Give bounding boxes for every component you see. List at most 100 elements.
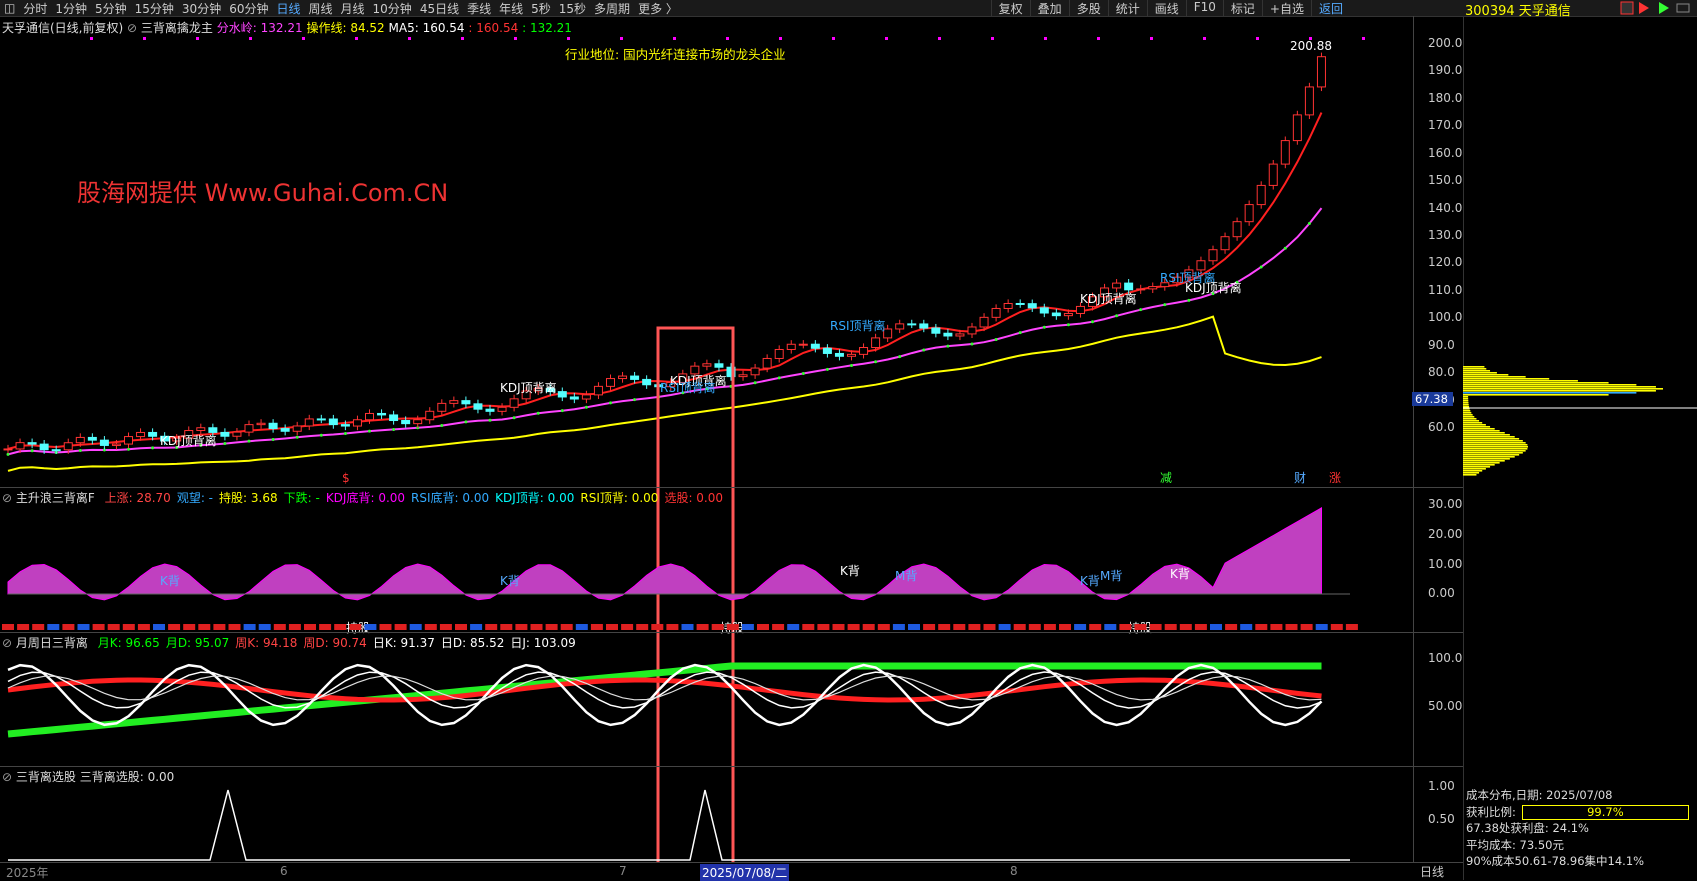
- panel4-name[interactable]: 三背离选股: [16, 770, 76, 784]
- status-block: [726, 624, 739, 630]
- fenshui-dot: [825, 367, 829, 371]
- candle-body: [593, 385, 603, 396]
- candle-body: [907, 323, 917, 326]
- play-red-icon[interactable]: [1639, 2, 1649, 14]
- candle-body: [75, 436, 85, 444]
- cost-bar: [1463, 422, 1483, 424]
- top-dot-marker: [1097, 37, 1100, 40]
- y-tick-label: 100.0: [1428, 651, 1463, 665]
- candle-body: [834, 352, 844, 357]
- top-dot-marker: [1044, 37, 1047, 40]
- candle-body: [919, 323, 929, 329]
- top-dot-marker: [1150, 37, 1153, 40]
- fenshui-dot: [127, 447, 130, 451]
- settings-icon[interactable]: ⊘: [2, 770, 16, 784]
- fenshui-dot: [609, 401, 612, 405]
- candle-body: [1112, 282, 1122, 289]
- status-block: [1210, 624, 1222, 630]
- candle-body: [280, 428, 290, 432]
- panel2-name[interactable]: 主升浪三背离F: [16, 491, 95, 505]
- cost-bar: [1463, 434, 1510, 436]
- candle-body: [1051, 312, 1061, 317]
- cost-bar: [1463, 400, 1469, 402]
- panel3-name[interactable]: 月周日三背离: [16, 636, 88, 650]
- status-block: [439, 624, 452, 630]
- fenshui-dot: [271, 437, 275, 441]
- panel-divider: [0, 766, 1463, 767]
- status-block: [757, 624, 769, 630]
- fenshui-dot: [584, 405, 588, 409]
- top-dot-marker: [885, 37, 888, 40]
- fenshui-dot: [874, 360, 878, 364]
- candle-body: [702, 363, 712, 367]
- top-dot-marker: [408, 37, 411, 40]
- candle-body: [991, 307, 1001, 318]
- panel2-label: K背: [160, 574, 180, 588]
- fenshui-dot: [1115, 314, 1119, 318]
- candle-body: [256, 422, 266, 426]
- candle-body: [208, 427, 218, 433]
- fenshui-dot: [30, 449, 34, 453]
- fenshui-dot: [560, 409, 564, 413]
- fenshui-dot: [970, 342, 974, 346]
- panel2-label: K背: [500, 574, 520, 588]
- status-block: [968, 624, 981, 630]
- top-dot-marker: [461, 37, 464, 40]
- candle-body: [509, 398, 519, 408]
- status-block: [560, 624, 573, 630]
- status-block: [319, 624, 332, 630]
- indicator-value: RSI底背: 0.00: [411, 491, 490, 505]
- candle-body: [750, 367, 760, 376]
- settings-icon[interactable]: ⊘: [2, 636, 16, 650]
- cost-bar: [1463, 474, 1477, 476]
- status-block: [741, 624, 754, 630]
- candle-body: [642, 378, 652, 386]
- status-block: [2, 624, 14, 630]
- report-icon[interactable]: [1620, 1, 1634, 15]
- cost-bar: [1463, 432, 1505, 434]
- status-block: [32, 624, 45, 630]
- status-block: [62, 624, 75, 630]
- top-dot-marker: [991, 37, 994, 40]
- settings-icon[interactable]: ⊘: [2, 491, 16, 505]
- top-dot-marker: [90, 37, 93, 40]
- cost-bar: [1463, 456, 1515, 458]
- status-block: [636, 624, 649, 630]
- period-label[interactable]: 日线: [1420, 863, 1444, 880]
- status-block: [153, 624, 165, 630]
- fenshui-dot: [946, 344, 950, 348]
- chart-marker: $: [342, 471, 350, 485]
- status-block: [409, 624, 422, 630]
- status-block: [1179, 624, 1192, 630]
- fenshui-dot: [1091, 320, 1094, 324]
- status-block: [998, 624, 1011, 630]
- fenshui-dot: [922, 348, 926, 352]
- y-tick-label: 120.0: [1428, 255, 1463, 270]
- cost-line3: 67.38处获利盘: 24.1%: [1466, 821, 1589, 835]
- status-block: [681, 624, 694, 630]
- fenshui-dot: [1042, 325, 1046, 329]
- date-label: 7: [619, 864, 627, 878]
- status-block: [122, 624, 135, 630]
- candle-body: [340, 424, 350, 427]
- y-tick-label: 150.0: [1428, 173, 1463, 188]
- candle-body: [1256, 184, 1266, 206]
- status-block: [137, 624, 150, 630]
- cost-bar: [1463, 406, 1470, 408]
- top-dot-marker: [143, 37, 146, 40]
- profit-label: 获利比例:: [1466, 804, 1516, 819]
- chart-canvas[interactable]: 200.88 KDJ顶背离 KDJ顶背离 RSI顶背离 KDJ顶背离 RSI顶背离 KDJ顶…: [0, 0, 1463, 862]
- status-block: [77, 624, 90, 630]
- cost-bar: [1463, 420, 1480, 422]
- cost-bar: [1463, 414, 1473, 416]
- play-green-icon[interactable]: [1659, 2, 1669, 14]
- top-dot-marker: [1309, 37, 1312, 40]
- cost-bar: [1463, 366, 1485, 368]
- candle-body: [1280, 140, 1290, 165]
- status-block: [802, 624, 815, 630]
- date-label: 6: [280, 864, 288, 878]
- status-block: [334, 624, 347, 630]
- indicator-value: 持股: 3.68: [219, 491, 278, 505]
- status-block: [953, 624, 966, 630]
- window-icon[interactable]: [1676, 3, 1690, 13]
